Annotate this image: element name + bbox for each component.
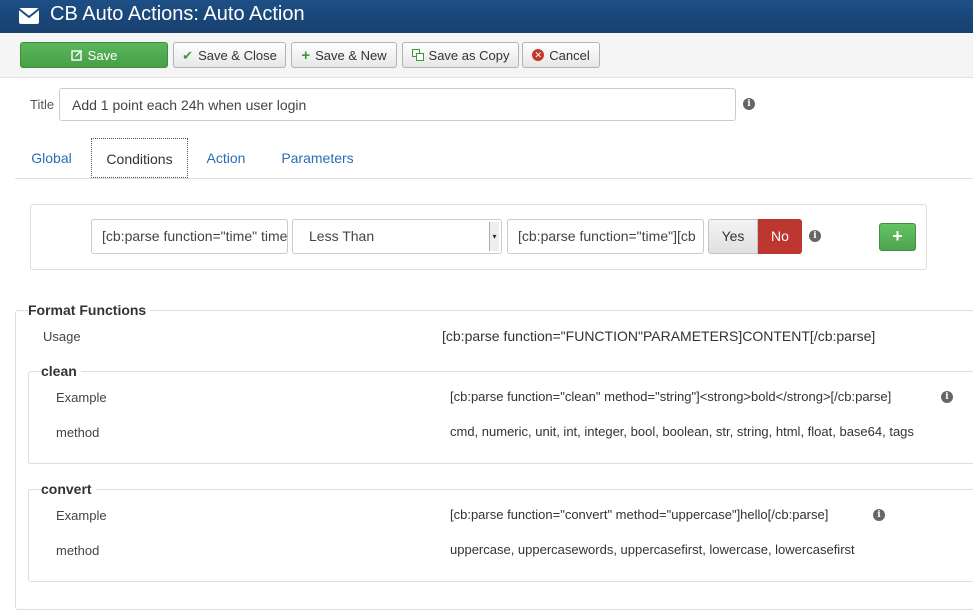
convert-method-value: uppercase, uppercasewords, uppercasefirs… (450, 542, 855, 557)
save-copy-button[interactable]: Save as Copy (402, 42, 519, 68)
no-toggle[interactable]: No (758, 219, 802, 254)
usage-label: Usage (43, 329, 81, 344)
clean-panel (28, 371, 973, 464)
format-functions-heading: Format Functions (28, 302, 151, 318)
save-label: Save (87, 47, 118, 63)
condition-value-input[interactable]: [cb:parse function="time"][cb (507, 219, 704, 254)
operator-value: Less Than (309, 228, 375, 244)
clean-example-value: [cb:parse function="clean" method="strin… (450, 389, 892, 404)
cancel-icon: ✕ (532, 49, 545, 61)
cancel-label: Cancel (549, 47, 590, 63)
header-bar: CB Auto Actions: Auto Action (0, 0, 973, 33)
save-new-button[interactable]: + Save & New (291, 42, 397, 68)
check-icon: ✔ (182, 47, 194, 63)
convert-example-label: Example (56, 508, 107, 523)
tab-global[interactable]: Global (15, 138, 88, 179)
copy-icon (411, 49, 424, 61)
save-close-label: Save & Close (198, 47, 277, 63)
chevron-down-icon: ▾ (489, 222, 499, 251)
usage-value: [cb:parse function="FUNCTION"PARAMETERS]… (442, 328, 876, 344)
title-label: Title (30, 97, 55, 112)
condition-info-icon[interactable]: i (809, 230, 821, 242)
clean-method-label: method (56, 425, 100, 440)
clean-info-icon[interactable]: i (941, 391, 953, 403)
tab-parameters[interactable]: Parameters (270, 138, 365, 179)
plus-icon: + (301, 46, 311, 64)
tab-action[interactable]: Action (195, 138, 257, 179)
save-button[interactable]: Save (20, 42, 168, 68)
clean-method-value: cmd, numeric, unit, int, integer, bool, … (450, 424, 914, 439)
convert-info-icon[interactable]: i (873, 509, 885, 521)
title-info-icon[interactable]: i (743, 98, 755, 110)
condition-field-input[interactable]: [cb:parse function="time" time (91, 219, 288, 254)
convert-heading: convert (41, 481, 96, 497)
tab-conditions[interactable]: Conditions (91, 138, 188, 178)
convert-panel (28, 489, 973, 582)
clean-example-label: Example (56, 390, 107, 405)
title-input[interactable] (59, 88, 736, 121)
tab-bar: Global Conditions Action Parameters (15, 138, 973, 179)
save-new-label: Save & New (315, 47, 387, 63)
yes-toggle[interactable]: Yes (708, 219, 758, 254)
page-title: CB Auto Actions: Auto Action (50, 3, 305, 25)
save-close-button[interactable]: ✔ Save & Close (173, 42, 286, 68)
convert-method-label: method (56, 543, 100, 558)
operator-select[interactable]: Less Than ▾ (292, 219, 502, 254)
add-condition-button[interactable]: + (879, 223, 916, 251)
toolbar: Save ✔ Save & Close + Save & New Save as… (0, 33, 973, 78)
edit-icon (70, 50, 82, 61)
save-copy-label: Save as Copy (428, 47, 510, 63)
envelope-icon (19, 8, 39, 24)
cancel-button[interactable]: ✕ Cancel (522, 42, 600, 68)
clean-heading: clean (41, 363, 81, 379)
convert-example-value: [cb:parse function="convert" method="upp… (450, 507, 829, 522)
plus-icon: + (892, 226, 903, 246)
